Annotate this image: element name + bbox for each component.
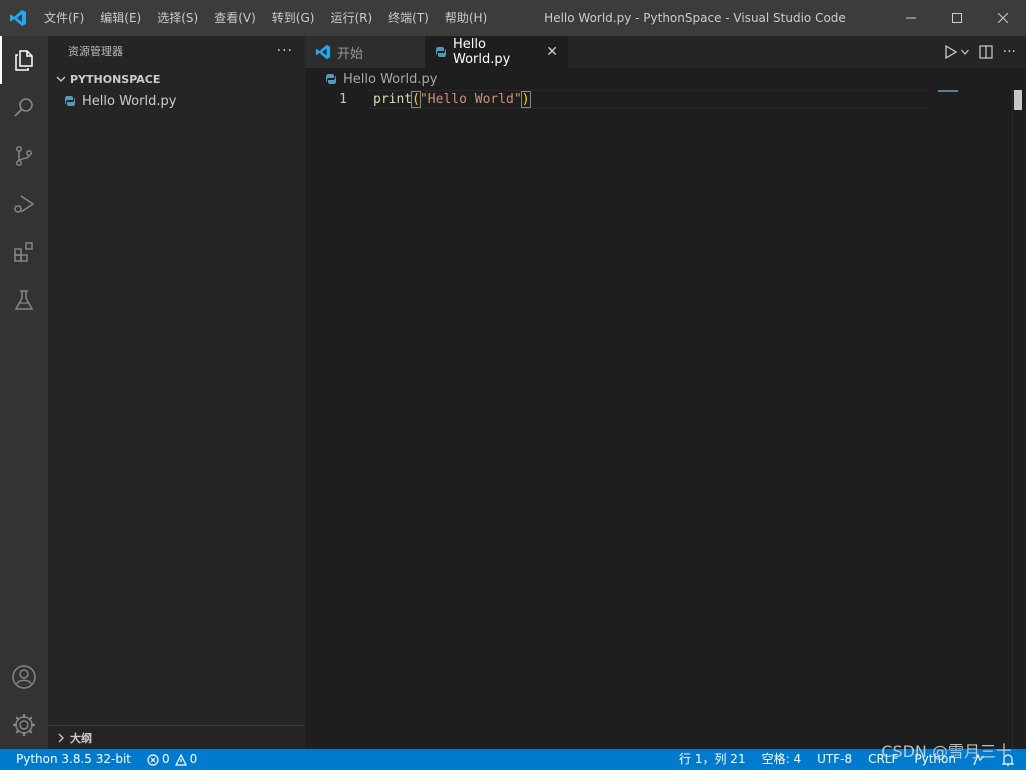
folder-pythonspace[interactable]: PYTHONSPACE	[48, 68, 305, 90]
file-hello-world[interactable]: Hello World.py	[48, 90, 305, 112]
minimap[interactable]	[938, 90, 958, 92]
sidebar-title: 资源管理器	[68, 45, 123, 58]
testing-icon	[14, 290, 34, 310]
maximize-icon	[952, 13, 962, 23]
split-editor-button[interactable]	[979, 45, 993, 59]
error-count: 0	[162, 752, 170, 766]
split-editor-icon	[979, 45, 993, 59]
menu-go[interactable]: 转到(G)	[264, 0, 323, 36]
breadcrumb: Hello World.py	[305, 68, 1026, 90]
vscode-logo-icon	[0, 0, 36, 36]
menu-help[interactable]: 帮助(H)	[437, 0, 495, 36]
menu-view[interactable]: 查看(V)	[206, 0, 264, 36]
window-controls	[888, 0, 1026, 36]
editor-actions: ···	[944, 36, 1016, 68]
editor-tabs: 开始 Hello World.py ✕ ···	[305, 36, 1026, 68]
code-line[interactable]: print("Hello World")	[373, 90, 531, 109]
chevron-down-icon	[960, 49, 969, 55]
settings-gear-icon	[13, 714, 35, 736]
scrollbar-thumb[interactable]	[1014, 90, 1022, 110]
sidebar-header: 资源管理器 ···	[48, 36, 305, 66]
status-bar: Python 3.8.5 32-bit 0 0 行 1，列 21 空格: 4 U…	[0, 749, 1026, 770]
maximize-button[interactable]	[934, 0, 980, 36]
file-label: Hello World.py	[82, 93, 177, 109]
extensions-icon	[14, 242, 33, 262]
code-editor[interactable]: 1 print("Hello World")	[305, 90, 1026, 749]
explorer-button[interactable]	[0, 36, 48, 84]
minimize-icon	[906, 17, 916, 19]
python-file-icon	[325, 73, 337, 85]
menu-terminal[interactable]: 终端(T)	[380, 0, 437, 36]
chevron-down-icon	[54, 74, 68, 84]
account-icon	[12, 665, 36, 689]
python-file-icon	[64, 95, 76, 107]
code-open-paren: (	[411, 91, 421, 108]
play-icon	[944, 45, 957, 59]
outline-section[interactable]: 大纲	[48, 725, 305, 749]
source-control-button[interactable]	[0, 132, 48, 180]
breadcrumb-file[interactable]: Hello World.py	[343, 72, 437, 87]
explorer-sidebar: 资源管理器 ··· PYTHONSPACE Hello World.py 大纲	[48, 36, 305, 749]
run-debug-button[interactable]	[0, 180, 48, 228]
error-icon	[147, 753, 159, 766]
menu-bar: 文件(F) 编辑(E) 选择(S) 查看(V) 转到(G) 运行(R) 终端(T…	[36, 0, 495, 36]
vertical-scrollbar[interactable]	[1012, 90, 1026, 749]
more-actions-button[interactable]: ···	[1003, 44, 1016, 60]
tab-start[interactable]: 开始	[305, 36, 425, 68]
menu-file[interactable]: 文件(F)	[36, 0, 92, 36]
accounts-button[interactable]	[0, 653, 48, 701]
testing-button[interactable]	[0, 276, 48, 324]
warning-count: 0	[189, 752, 198, 766]
warning-icon	[174, 753, 187, 766]
code-string: "Hello World"	[419, 92, 522, 107]
encoding[interactable]: UTF-8	[809, 749, 860, 770]
source-control-icon	[15, 145, 33, 167]
extensions-button[interactable]	[0, 228, 48, 276]
menu-edit[interactable]: 编辑(E)	[92, 0, 149, 36]
code-function: print	[373, 92, 413, 107]
tab-label: 开始	[337, 46, 364, 62]
search-icon	[14, 98, 33, 117]
outline-label: 大纲	[70, 731, 92, 745]
activity-bar	[0, 36, 48, 749]
python-file-icon	[435, 46, 447, 58]
problems-indicator[interactable]: 0 0	[139, 749, 205, 770]
minimize-button[interactable]	[888, 0, 934, 36]
run-debug-icon	[14, 195, 35, 213]
code-close-paren: )	[520, 91, 531, 108]
cursor-position[interactable]: 行 1，列 21	[671, 749, 754, 770]
tab-hello-world[interactable]: Hello World.py ✕	[425, 36, 568, 68]
title-bar: 文件(F) 编辑(E) 选择(S) 查看(V) 转到(G) 运行(R) 终端(T…	[0, 0, 1026, 36]
watermark: CSDN @雪月三十	[881, 742, 1012, 761]
chevron-right-icon	[54, 733, 68, 743]
close-tab-button[interactable]: ✕	[546, 44, 558, 60]
vscode-tab-icon	[315, 44, 331, 60]
menu-selection[interactable]: 选择(S)	[149, 0, 206, 36]
explorer-icon	[15, 50, 33, 71]
menu-run[interactable]: 运行(R)	[322, 0, 380, 36]
line-number: 1	[339, 92, 347, 107]
folder-label: PYTHONSPACE	[70, 72, 161, 86]
manage-button[interactable]	[0, 701, 48, 749]
close-icon	[998, 13, 1008, 23]
tab-label: Hello World.py	[453, 37, 511, 67]
close-window-button[interactable]	[980, 0, 1026, 36]
run-file-button[interactable]	[944, 45, 969, 59]
indentation[interactable]: 空格: 4	[754, 749, 810, 770]
search-button[interactable]	[0, 84, 48, 132]
python-interpreter[interactable]: Python 3.8.5 32-bit	[0, 749, 139, 770]
more-actions-button[interactable]: ···	[277, 43, 293, 59]
